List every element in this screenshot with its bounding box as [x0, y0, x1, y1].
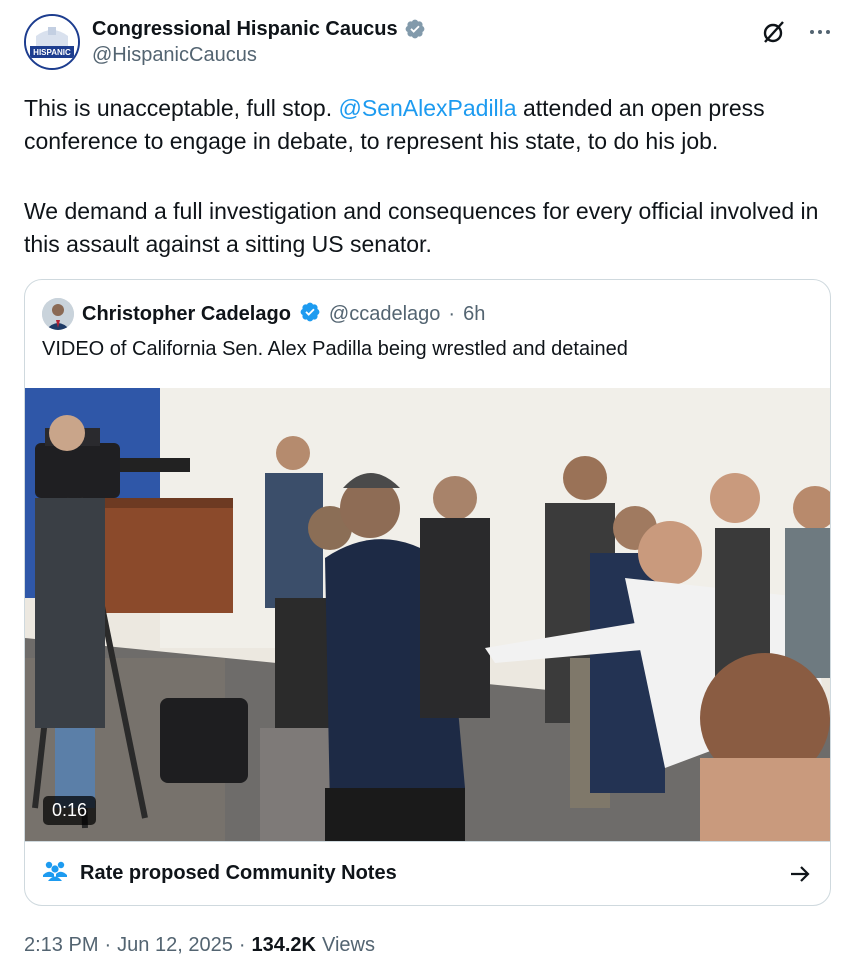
- grok-icon[interactable]: [760, 18, 788, 46]
- quote-header: Christopher Cadelago @ccadelago · 6h: [42, 298, 485, 330]
- quoted-tweet[interactable]: Christopher Cadelago @ccadelago · 6h VID…: [24, 279, 831, 906]
- quote-text: VIDEO of California Sen. Alex Padilla be…: [42, 338, 628, 360]
- community-notes-row[interactable]: Rate proposed Community Notes: [25, 841, 830, 905]
- mention-link[interactable]: @SenAlexPadilla: [339, 95, 517, 121]
- tweet-paragraph-2: We demand a full investigation and conse…: [24, 198, 819, 257]
- quote-separator: ·: [448, 302, 456, 325]
- tweet-date[interactable]: Jun 12, 2025: [117, 934, 233, 957]
- tweet-text: This is unacceptable, full stop. @SenAle…: [24, 92, 834, 261]
- more-icon[interactable]: [806, 18, 834, 46]
- verified-badge-icon: [404, 18, 426, 40]
- author-block: Congressional Hispanic Caucus @HispanicC…: [92, 16, 426, 67]
- quote-author-name[interactable]: Christopher Cadelago: [82, 303, 291, 326]
- people-icon: [42, 860, 68, 887]
- tweet-time[interactable]: 2:13 PM: [24, 934, 98, 957]
- quote-avatar[interactable]: [42, 298, 74, 330]
- tweet-text-part1: This is unacceptable, full stop.: [24, 95, 339, 121]
- author-name[interactable]: Congressional Hispanic Caucus: [92, 18, 398, 41]
- arrow-right-icon[interactable]: [788, 862, 812, 886]
- community-notes-label[interactable]: Rate proposed Community Notes: [80, 862, 397, 885]
- quote-verified-badge-icon: [299, 301, 321, 328]
- tweet-header: HISPANIC Congressional Hispanic Caucus @…: [24, 14, 834, 72]
- video-duration: 0:16: [43, 796, 97, 825]
- meta-separator-2: ·: [238, 934, 246, 956]
- views-count: 134.2K: [251, 934, 316, 956]
- video-frame: [25, 388, 830, 841]
- quote-author-handle[interactable]: @ccadelago: [329, 303, 440, 326]
- views-label: Views: [321, 934, 375, 956]
- header-actions: [760, 18, 834, 46]
- author-handle[interactable]: @HispanicCaucus: [92, 44, 426, 67]
- video-player[interactable]: 0:16: [25, 388, 830, 841]
- tweet-paragraph-1: This is unacceptable, full stop. @SenAle…: [24, 92, 834, 158]
- avatar-text: HISPANIC: [33, 48, 71, 57]
- tweet-meta: 2:13 PM · Jun 12, 2025 · 134.2K Views: [24, 934, 375, 957]
- quote-time[interactable]: 6h: [463, 303, 485, 326]
- author-avatar[interactable]: HISPANIC: [24, 14, 80, 70]
- meta-separator-1: ·: [104, 934, 112, 956]
